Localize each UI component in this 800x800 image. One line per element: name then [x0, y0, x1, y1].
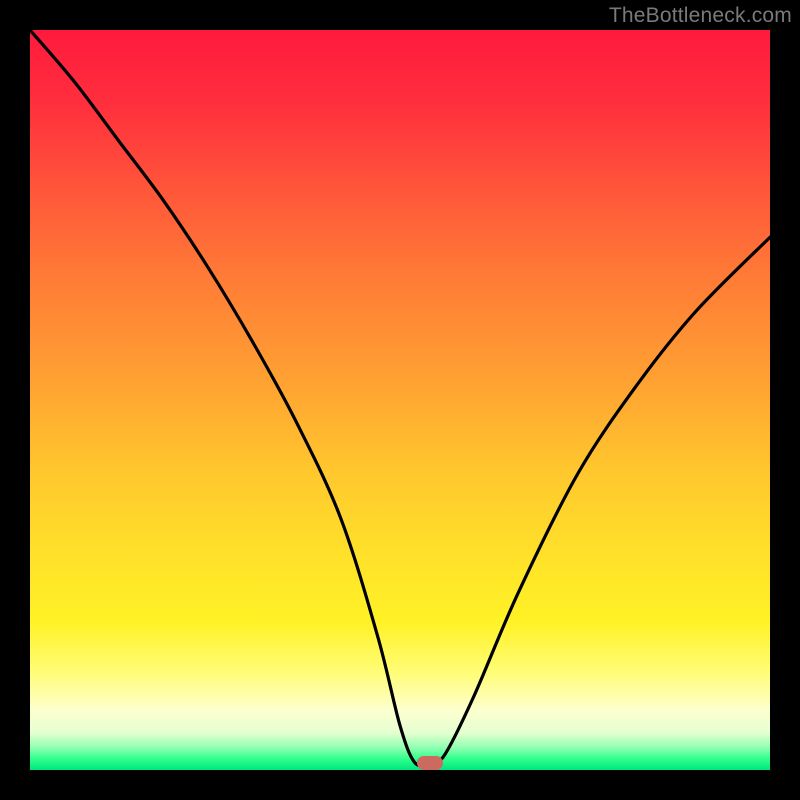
chart-frame: TheBottleneck.com — [0, 0, 800, 800]
curve-svg — [30, 30, 770, 770]
bottleneck-marker — [417, 756, 443, 770]
bottleneck-curve — [30, 30, 770, 766]
watermark-text: TheBottleneck.com — [609, 4, 792, 28]
plot-area — [30, 30, 770, 770]
